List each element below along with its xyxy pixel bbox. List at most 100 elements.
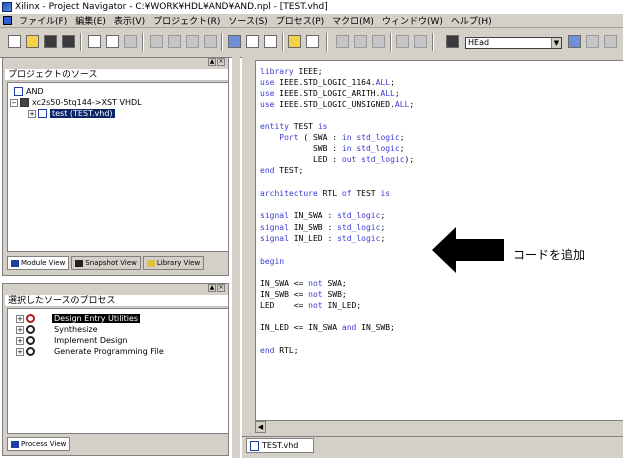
code-line: LED : out std_logic); (260, 155, 415, 164)
vhdl-file-icon (250, 440, 259, 451)
toolbar-separator (142, 33, 144, 51)
sources-panel-title: プロジェクトのソース (5, 69, 228, 81)
menu-help[interactable]: ヘルプ(H) (447, 14, 496, 27)
process-gear-icon (26, 336, 35, 345)
code-line: use IEEE.STD_LOGIC_UNSIGNED.ALL; (260, 100, 415, 109)
sources-window-icon[interactable] (228, 35, 241, 48)
sources-tabs: Module View Snapshot View Library View (7, 256, 205, 271)
save-icon[interactable] (44, 35, 57, 48)
project-close-icon[interactable] (124, 35, 137, 48)
context-help-icon[interactable] (306, 35, 319, 48)
system-menu-icon[interactable] (3, 16, 12, 25)
code-line: library IEEE; (260, 67, 323, 76)
menu-macro[interactable]: マクロ(M) (328, 14, 378, 27)
close-icon[interactable]: × (217, 58, 225, 66)
library-icon (146, 259, 155, 267)
transcript-window-icon[interactable] (264, 35, 277, 48)
project-open-icon[interactable] (106, 35, 119, 48)
window-title: Xilinx - Project Navigator - C:¥WORK¥HDL… (15, 2, 328, 12)
tab-test-vhd[interactable]: TEST.vhd (246, 438, 314, 453)
process-view-icon (11, 440, 19, 448)
add-copy-source-icon[interactable] (168, 35, 181, 48)
chip-icon (20, 98, 29, 107)
horizontal-scrollbar[interactable]: ◀ (255, 420, 623, 433)
expand-icon[interactable]: + (16, 325, 24, 334)
redo-icon[interactable] (414, 35, 427, 48)
clear-bookmark-icon[interactable] (604, 35, 617, 48)
expand-icon[interactable]: + (28, 109, 36, 118)
code-line: entity TEST is (260, 122, 328, 131)
expand-icon[interactable]: + (16, 347, 24, 356)
menu-view[interactable]: 表示(V) (110, 14, 149, 27)
expand-icon[interactable]: + (16, 314, 24, 323)
chevron-down-icon[interactable]: ▼ (551, 38, 561, 48)
left-arrow-icon (432, 227, 504, 273)
tree-item-test-vhd[interactable]: + test (TEST.vhd) (28, 108, 115, 119)
code-line: end RTL; (260, 346, 299, 355)
toolbar-separator (390, 33, 392, 51)
next-bookmark-icon[interactable] (586, 35, 599, 48)
process-gear-icon (26, 347, 35, 356)
remove-source-icon[interactable] (204, 35, 217, 48)
code-line: IN_SWB <= not SWB; (260, 290, 347, 299)
cut-icon[interactable] (336, 35, 349, 48)
process-tabs: Process View (7, 437, 71, 452)
paste-icon[interactable] (372, 35, 385, 48)
tree-item-project[interactable]: AND (14, 86, 44, 97)
dock-icon[interactable]: ▲ (208, 58, 216, 66)
code-line: IN_LED <= IN_SWA and IN_SWB; (260, 323, 395, 332)
editor-file-tabs: TEST.vhd (242, 436, 623, 456)
code-line: use IEEE.STD_LOGIC_ARITH.ALL; (260, 89, 400, 98)
tab-process-view[interactable]: Process View (7, 437, 71, 451)
save-all-icon[interactable] (62, 35, 75, 48)
module-view-icon (11, 259, 19, 267)
new-source-icon[interactable] (186, 35, 199, 48)
process-panel: ▲ × 選択したソースのプロセス + Design Entry Utilitie… (2, 283, 229, 456)
copy-icon[interactable] (354, 35, 367, 48)
code-line: architecture RTL of TEST is (260, 189, 391, 198)
menu-window[interactable]: ウィンドウ(W) (378, 14, 447, 27)
bookmark-icon[interactable] (568, 35, 581, 48)
xilinx-app-icon (2, 2, 12, 12)
code-line: use IEEE.STD_LOGIC_1164.ALL; (260, 78, 395, 87)
process-item-generate[interactable]: + Generate Programming File (16, 346, 164, 357)
help-topics-icon[interactable] (288, 35, 301, 48)
collapse-icon[interactable]: − (10, 98, 18, 107)
tree-item-device[interactable]: − xc2s50-5tq144->XST VHDL (10, 97, 142, 108)
find-combo-value: HEad (468, 38, 490, 47)
process-item-implement[interactable]: + Implement Design (16, 335, 127, 346)
vhdl-file-icon (38, 109, 47, 118)
splitter[interactable] (232, 57, 240, 458)
expand-icon[interactable]: + (16, 336, 24, 345)
toolbar-separator (432, 33, 434, 51)
sources-panel-header: ▲ × (3, 58, 228, 68)
process-window-icon[interactable] (246, 35, 259, 48)
dock-icon[interactable]: ▲ (208, 284, 216, 292)
menu-file[interactable]: ファイル(F) (15, 14, 71, 27)
add-source-icon[interactable] (150, 35, 163, 48)
tab-snapshot-view[interactable]: Snapshot View (71, 256, 141, 270)
toolbar-separator (326, 33, 328, 51)
camera-icon (75, 259, 84, 267)
process-item-synthesize[interactable]: + Synthesize (16, 324, 98, 335)
undo-icon[interactable] (396, 35, 409, 48)
process-item-design-entry[interactable]: + Design Entry Utilities (16, 313, 141, 324)
code-line: SWB : in std_logic; (260, 144, 405, 153)
menu-process[interactable]: プロセス(P) (272, 14, 328, 27)
find-combo[interactable]: HEad ▼ (465, 37, 562, 49)
new-file-icon[interactable] (8, 35, 21, 48)
tab-module-view[interactable]: Module View (7, 256, 70, 270)
menu-project[interactable]: プロジェクト(R) (149, 14, 224, 27)
project-new-icon[interactable] (88, 35, 101, 48)
tab-library-view[interactable]: Library View (142, 256, 205, 270)
menu-edit[interactable]: 編集(E) (71, 14, 110, 27)
code-line: IN_SWA <= not SWA; (260, 279, 347, 288)
code-line: signal IN_SWA : std_logic; (260, 211, 386, 220)
open-folder-icon[interactable] (26, 35, 39, 48)
scroll-left-icon[interactable]: ◀ (255, 421, 266, 433)
close-icon[interactable]: × (217, 284, 225, 292)
find-icon[interactable] (446, 35, 459, 48)
code-line: begin (260, 257, 285, 266)
menu-source[interactable]: ソース(S) (224, 14, 271, 27)
sources-tree: AND − xc2s50-5tq144->XST VHDL + test (TE… (7, 82, 229, 252)
